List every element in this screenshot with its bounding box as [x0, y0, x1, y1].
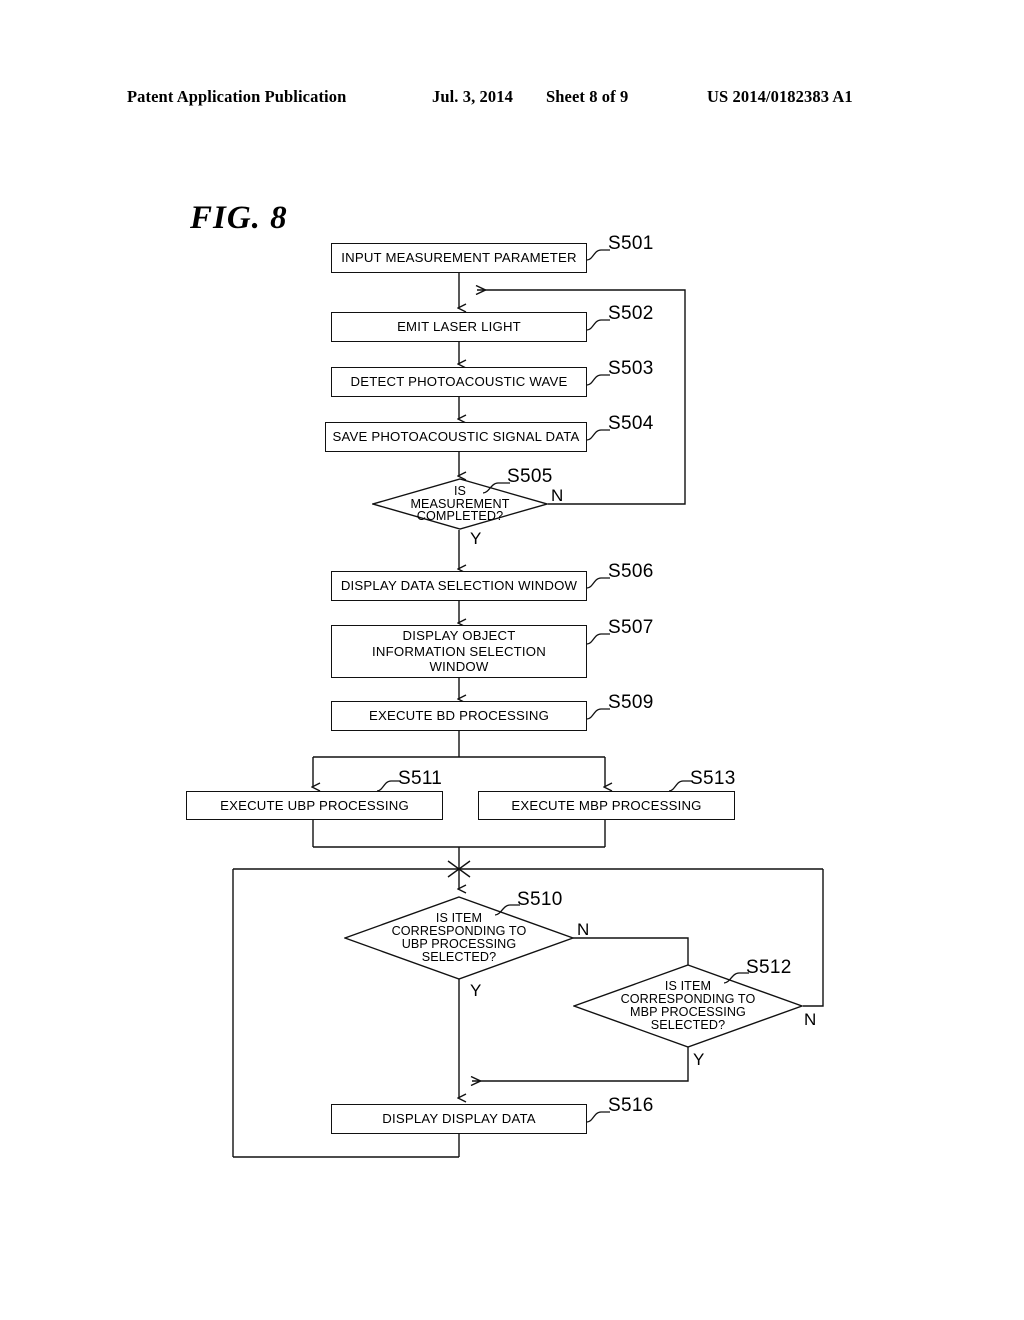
leader-line-s511: [376, 780, 400, 792]
flow-node-s507[interactable]: DISPLAY OBJECT INFORMATION SELECTION WIN…: [331, 625, 587, 678]
step-tag-s516: S516: [608, 1095, 654, 1116]
leader-line-s509: [586, 708, 610, 720]
flow-node-s502[interactable]: EMIT LASER LIGHT: [331, 312, 587, 342]
flow-node-s504-label: SAVE PHOTOACOUSTIC SIGNAL DATA: [332, 429, 580, 445]
flow-node-s506[interactable]: DISPLAY DATA SELECTION WINDOW: [331, 571, 587, 601]
branch-label-s512-yes: Y: [693, 1050, 705, 1069]
flow-node-s511-label: EXECUTE UBP PROCESSING: [220, 797, 409, 813]
branch-label-s510-yes: Y: [470, 981, 482, 1000]
leader-line-s502: [586, 319, 610, 331]
flow-node-s516[interactable]: DISPLAY DISPLAY DATA: [331, 1104, 587, 1134]
step-tag-s512: S512: [746, 957, 792, 978]
branch-label-s510-no: N: [577, 920, 590, 939]
step-tag-s506: S506: [608, 561, 654, 582]
step-tag-s510: S510: [517, 889, 563, 910]
flow-node-s506-label: DISPLAY DATA SELECTION WINDOW: [340, 578, 578, 594]
branch-label-s512-no: N: [804, 1010, 817, 1029]
flow-node-s507-label: DISPLAY OBJECT INFORMATION SELECTION WIN…: [372, 628, 546, 675]
leader-line-s501: [586, 249, 610, 261]
leader-line-s513: [668, 780, 692, 792]
step-tag-s505: S505: [507, 466, 553, 487]
flow-node-s501-label: INPUT MEASUREMENT PARAMETER: [341, 250, 577, 266]
leader-line-s503: [586, 374, 610, 386]
step-tag-s511: S511: [398, 768, 443, 789]
leader-line-s512: [723, 972, 749, 984]
leader-line-s506: [586, 577, 610, 589]
step-tag-s504: S504: [608, 413, 654, 434]
flow-node-s511[interactable]: EXECUTE UBP PROCESSING: [186, 791, 443, 820]
flow-node-s513[interactable]: EXECUTE MBP PROCESSING: [478, 791, 735, 820]
leader-line-s510: [494, 904, 520, 916]
flow-node-s503[interactable]: DETECT PHOTOACOUSTIC WAVE: [331, 367, 587, 397]
leader-line-s507: [586, 633, 610, 645]
flow-node-s509[interactable]: EXECUTE BD PROCESSING: [331, 701, 587, 731]
step-tag-s509: S509: [608, 692, 654, 713]
flow-node-s504[interactable]: SAVE PHOTOACOUSTIC SIGNAL DATA: [325, 422, 587, 452]
step-tag-s507: S507: [608, 617, 654, 638]
branch-label-s505-no: N: [551, 486, 564, 505]
flow-node-s503-label: DETECT PHOTOACOUSTIC WAVE: [350, 374, 568, 390]
branch-label-s505-yes: Y: [470, 529, 482, 548]
flowchart-diagram: INPUT MEASUREMENT PARAMETER S501 EMIT LA…: [0, 0, 1024, 1320]
step-tag-s513: S513: [690, 768, 736, 789]
flow-node-s513-label: EXECUTE MBP PROCESSING: [511, 797, 702, 813]
leader-line-s505: [482, 482, 510, 494]
flow-node-s509-label: EXECUTE BD PROCESSING: [368, 708, 550, 724]
leader-line-s504: [586, 429, 610, 441]
flow-node-s516-label: DISPLAY DISPLAY DATA: [382, 1111, 536, 1127]
flow-node-s502-label: EMIT LASER LIGHT: [397, 319, 521, 335]
step-tag-s501: S501: [608, 233, 654, 254]
leader-line-s516: [586, 1111, 610, 1123]
step-tag-s502: S502: [608, 303, 654, 324]
step-tag-s503: S503: [608, 358, 654, 379]
flow-node-s501[interactable]: INPUT MEASUREMENT PARAMETER: [331, 243, 587, 273]
